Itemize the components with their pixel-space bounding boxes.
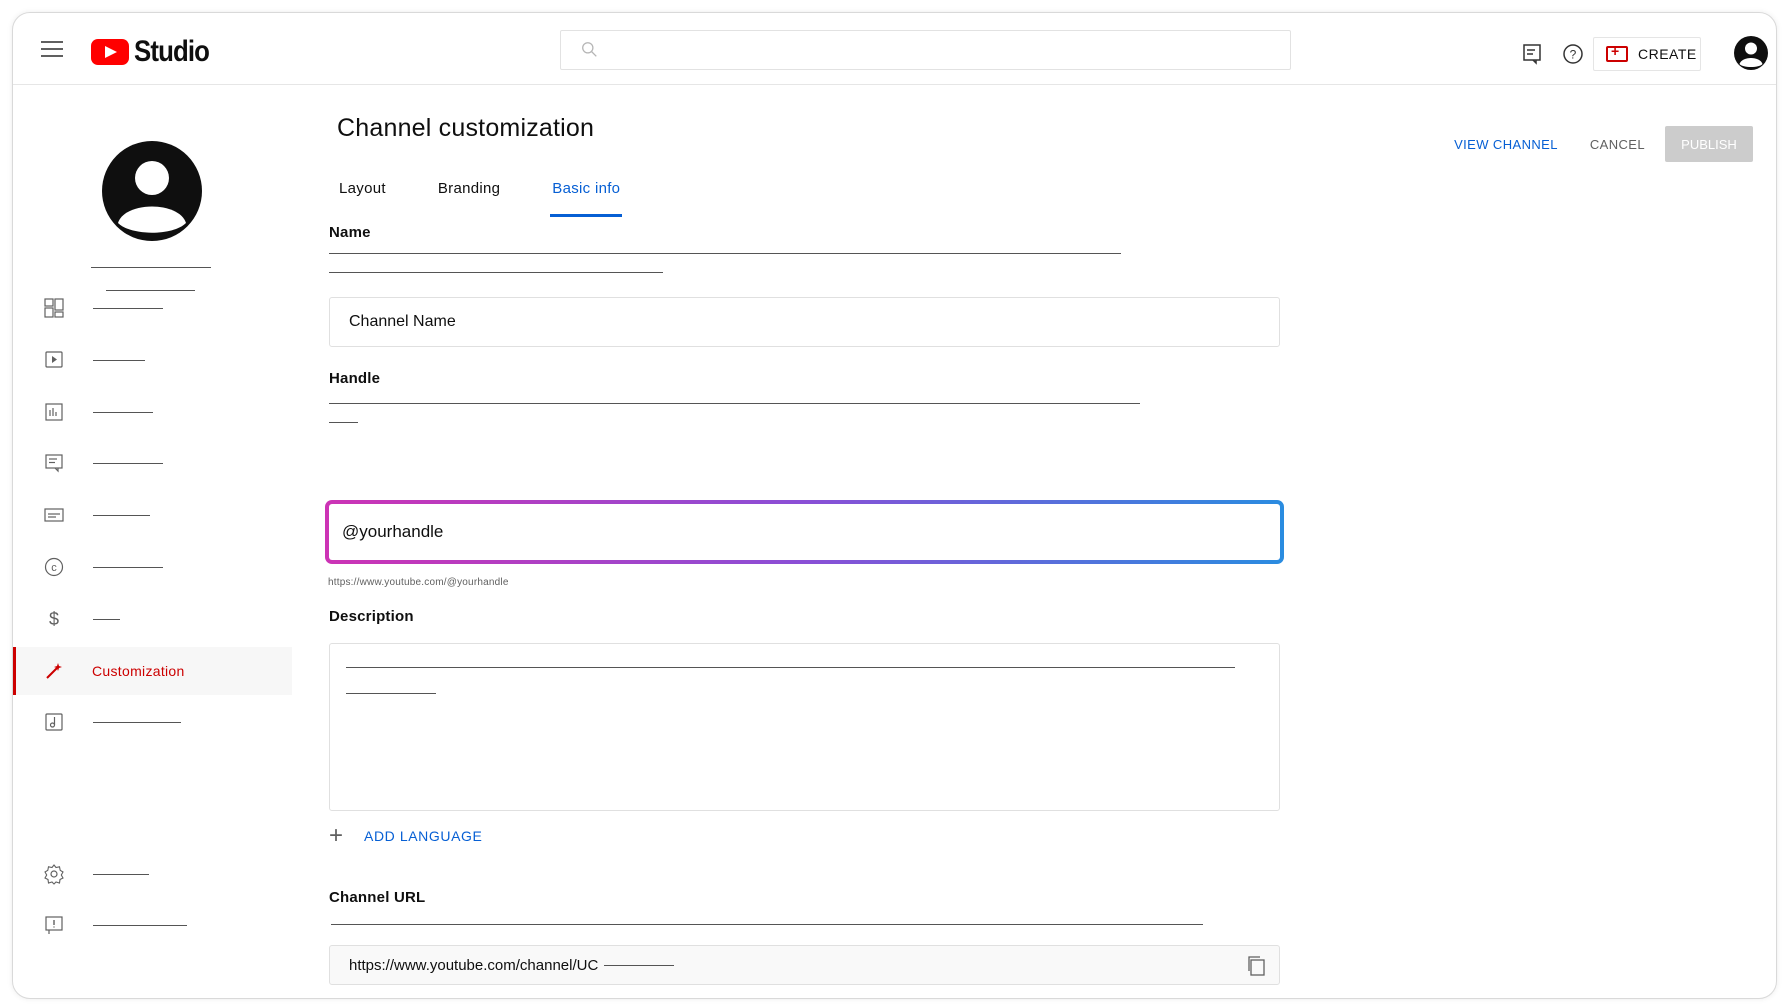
channel-avatar[interactable] (101, 140, 203, 242)
sidebar-label-placeholder (93, 359, 145, 361)
sidebar-item-settings[interactable] (13, 850, 292, 898)
top-bar: Studio ? CREATE (13, 13, 1776, 85)
tab-bar: Layout Branding Basic info (337, 180, 670, 217)
create-button[interactable]: CREATE (1593, 37, 1701, 71)
tab-branding[interactable]: Branding (436, 180, 502, 217)
description-label: Description (329, 608, 414, 625)
add-language-label: ADD LANGUAGE (364, 828, 483, 844)
gear-icon (44, 864, 64, 885)
action-bar: VIEW CHANNEL CANCEL PUBLISH (1422, 126, 1753, 162)
description-field[interactable] (329, 643, 1280, 811)
tab-basic-info[interactable]: Basic info (550, 180, 623, 217)
sidebar-item-analytics[interactable] (13, 388, 292, 436)
handle-url-hint: https://www.youtube.com/@yourhandle (328, 577, 509, 588)
sidebar-item-comments[interactable] (13, 439, 292, 487)
sidebar-item-copyright[interactable]: c (13, 543, 292, 591)
channel-id-placeholder (604, 964, 675, 966)
channel-url-field: https://www.youtube.com/channel/UC (329, 945, 1280, 985)
svg-text:c: c (51, 562, 57, 574)
sidebar-item-earn[interactable]: $ (13, 595, 292, 643)
page-title: Channel customization (337, 114, 595, 142)
studio-window: Studio ? CREATE (12, 12, 1777, 999)
plus-icon: + (329, 822, 344, 849)
sidebar-item-content[interactable] (13, 336, 292, 384)
cancel-button[interactable]: CANCEL (1590, 137, 1645, 152)
sidebar-item-label: Customization (92, 663, 185, 679)
audio-library-icon (45, 713, 63, 731)
logo-text: Studio (134, 35, 210, 68)
copyright-icon: c (44, 557, 64, 577)
help-icon[interactable]: ? (1562, 43, 1584, 65)
main-content: Channel customization Layout Branding Ba… (292, 86, 1776, 998)
feedback-icon[interactable] (1521, 43, 1543, 65)
sidebar-label-placeholder (93, 618, 120, 620)
handle-help-placeholder (329, 403, 1140, 404)
copy-icon[interactable] (1247, 955, 1267, 977)
comments-icon (45, 454, 63, 473)
handle-help-placeholder (329, 422, 358, 423)
sidebar-item-dashboard[interactable] (13, 284, 292, 332)
handle-value: @yourhandle (342, 522, 444, 541)
sidebar-label-placeholder (93, 721, 181, 723)
channel-url-help-placeholder (331, 924, 1203, 925)
analytics-icon (45, 403, 63, 421)
dollar-icon: $ (49, 609, 59, 629)
create-label: CREATE (1638, 46, 1697, 62)
account-avatar-icon[interactable] (1733, 35, 1769, 71)
dashboard-icon (44, 298, 64, 318)
search-input[interactable] (560, 30, 1291, 70)
name-help-placeholder (329, 272, 663, 273)
channel-name-value: Channel Name (349, 313, 456, 330)
handle-label: Handle (329, 370, 381, 387)
view-channel-button[interactable]: VIEW CHANNEL (1454, 137, 1558, 152)
sidebar-label-placeholder (93, 873, 149, 875)
svg-text:$: $ (49, 609, 59, 629)
subtitles-icon (44, 508, 64, 522)
svg-text:?: ? (1570, 48, 1577, 62)
sidebar-item-customization[interactable]: Customization (13, 647, 292, 695)
youtube-logo-icon (91, 39, 129, 65)
description-text-placeholder (346, 667, 1235, 668)
create-video-icon (1606, 43, 1628, 62)
sidebar-label-placeholder (93, 307, 163, 309)
channel-url-value: https://www.youtube.com/channel/UC (349, 956, 599, 974)
content-video-icon (45, 351, 63, 368)
sidebar-label-placeholder (93, 411, 153, 413)
sidebar-label-placeholder (93, 514, 150, 516)
sidebar-item-subtitles[interactable] (13, 491, 292, 539)
name-help-placeholder (329, 253, 1121, 254)
feedback-flag-icon (45, 916, 63, 934)
description-text-placeholder (346, 693, 436, 694)
sidebar-item-audio-library[interactable] (13, 698, 292, 746)
channel-url-label: Channel URL (329, 889, 426, 906)
sidebar-label-placeholder (93, 566, 163, 568)
channel-name-placeholder (91, 267, 211, 268)
sidebar-label-placeholder (93, 462, 163, 464)
magic-wand-icon (46, 663, 62, 679)
handle-field-focus-ring: @yourhandle (325, 500, 1284, 564)
sidebar-label-placeholder (93, 924, 187, 926)
search-icon (582, 42, 597, 57)
sidebar-item-send-feedback[interactable] (13, 901, 292, 949)
add-language-button[interactable]: + ADD LANGUAGE (329, 822, 483, 849)
studio-logo[interactable]: Studio (91, 35, 221, 69)
sidebar: c $ Customization (13, 86, 292, 998)
name-label: Name (329, 224, 371, 241)
tab-layout[interactable]: Layout (337, 180, 388, 217)
publish-button[interactable]: PUBLISH (1665, 126, 1753, 162)
handle-field[interactable]: @yourhandle (329, 504, 1280, 560)
channel-name-field[interactable]: Channel Name (329, 297, 1280, 347)
menu-icon[interactable] (41, 41, 63, 59)
